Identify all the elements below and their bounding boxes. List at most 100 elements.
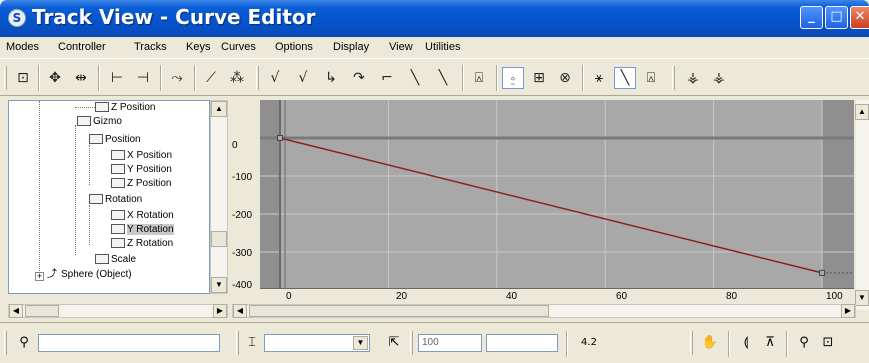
scale-keys-icon[interactable]: ⊢: [106, 67, 128, 89]
zoom-selected-object-icon[interactable]: ⚲: [14, 333, 34, 353]
tangent-custom-icon[interactable]: √: [292, 67, 314, 89]
show-tangents-icon[interactable]: ⚹: [588, 67, 610, 89]
menu-tracks[interactable]: Tracks: [134, 41, 167, 53]
tangent-fast-icon[interactable]: ↳: [320, 67, 342, 89]
chevron-down-icon[interactable]: ▼: [353, 336, 368, 350]
slide-keys-icon[interactable]: ⇹: [70, 67, 92, 89]
scroll-left-icon[interactable]: ◀: [233, 304, 247, 318]
tangent-auto-icon[interactable]: √: [264, 67, 286, 89]
tree-item-sphere-object[interactable]: ⤴ Sphere (Object): [47, 269, 132, 282]
draw-curves-icon[interactable]: ⟋: [200, 67, 222, 89]
zoom-region-icon[interactable]: ⊡: [818, 333, 838, 353]
scroll-thumb[interactable]: [25, 305, 59, 317]
reduce-keys-icon[interactable]: ⁂: [226, 67, 248, 89]
curve-svg: [260, 100, 854, 291]
scroll-right-icon[interactable]: ▶: [841, 304, 855, 318]
keyframe-end[interactable]: [819, 269, 825, 276]
graph-vertical-scrollbar[interactable]: ▲ ▼: [855, 100, 869, 310]
zoom-icon[interactable]: ⚲: [794, 333, 814, 353]
tree-item-position[interactable]: Position: [89, 134, 141, 147]
toolbar: ⊡ ✥ ⇹ ⊢ ⊣ ⤳ ⟋ ⁂ √ √ ↳ ↷ ⌐ ╲ ╲ ⍓ ⍛ ⊞ ⊗ ⚹ …: [0, 58, 869, 96]
tangent-slow-icon[interactable]: ↷: [348, 67, 370, 89]
value-field[interactable]: [486, 334, 558, 352]
frame-field[interactable]: 100: [418, 334, 482, 352]
show-keyable-icon[interactable]: ⊗: [554, 67, 576, 89]
close-button[interactable]: ✕: [850, 6, 869, 29]
scroll-right-icon[interactable]: ▶: [213, 304, 227, 318]
toolbar-separator: [566, 331, 568, 357]
curve-graph[interactable]: 0 -100 -200 -300 -400 0 20 40 60 80 100: [230, 100, 854, 310]
plot-area[interactable]: [260, 100, 854, 291]
scroll-down-icon[interactable]: ▼: [855, 290, 869, 306]
move-keys-icon[interactable]: ✥: [44, 67, 66, 89]
tree-item-y-position[interactable]: Y Position: [111, 164, 172, 177]
toolbar-grip[interactable]: [4, 66, 7, 90]
toolbar-grip[interactable]: [256, 66, 259, 90]
parameter-curve-icon[interactable]: ⊞: [528, 67, 550, 89]
tree-item-x-rotation[interactable]: X Rotation: [111, 210, 174, 223]
toolbar-grip[interactable]: [410, 331, 413, 355]
graph-horizontal-scrollbar[interactable]: ◀ ▶: [232, 304, 856, 318]
x-tick-label: 20: [396, 291, 408, 302]
pointer-icon[interactable]: ⇱: [384, 333, 404, 353]
menu-bar: Modes Controller Tracks Keys Curves Opti…: [0, 37, 869, 58]
tangent-step-icon[interactable]: ⌐: [376, 67, 398, 89]
toolbar-grip[interactable]: [672, 66, 675, 90]
tree-item-z-position-gizmo[interactable]: Z Position: [95, 102, 155, 115]
minimize-button[interactable]: _: [800, 6, 823, 29]
menu-keys[interactable]: Keys: [186, 41, 210, 53]
ik-icon[interactable]: ⚶: [682, 67, 704, 89]
menu-view[interactable]: View: [389, 41, 413, 53]
scroll-left-icon[interactable]: ◀: [9, 304, 23, 318]
tree-item-gizmo[interactable]: Gizmo: [77, 116, 122, 129]
scroll-up-icon[interactable]: ▲: [211, 101, 227, 117]
y-rotation-curve[interactable]: [279, 137, 823, 274]
scroll-down-icon[interactable]: ▼: [211, 277, 227, 293]
show-handles-icon[interactable]: ╲: [614, 67, 636, 89]
zoom-horizontal-extents-icon[interactable]: ⟬: [736, 333, 756, 353]
toolbar-grip[interactable]: [690, 331, 693, 355]
show-selected-key-stats-button[interactable]: 4.2: [574, 333, 604, 353]
scroll-up-icon[interactable]: ▲: [855, 104, 869, 120]
keyframe-start[interactable]: [277, 135, 283, 141]
track-name-field[interactable]: [38, 334, 220, 352]
toolbar-grip[interactable]: [4, 331, 7, 355]
tree-expander[interactable]: +: [35, 272, 44, 281]
menu-controller[interactable]: Controller: [58, 41, 106, 53]
lock-tangents-icon[interactable]: ⍓: [640, 67, 662, 89]
minimize-icon: _: [808, 9, 815, 24]
tree-item-x-position[interactable]: X Position: [111, 150, 172, 163]
title-bar[interactable]: S Track View - Curve Editor _ □ ✕: [0, 0, 869, 37]
scroll-thumb[interactable]: [249, 305, 549, 317]
status-bar: ⚲ ⌶ ▼ ⇱ 100 4.2 ✋ ⟬ ⊼ ⚲ ⊡: [0, 322, 869, 363]
add-keys-icon[interactable]: ⤳: [166, 67, 188, 89]
tree-item-z-position[interactable]: Z Position: [111, 178, 171, 191]
maximize-button[interactable]: □: [825, 6, 848, 29]
zoom-value-extents-icon[interactable]: ⊼: [760, 333, 780, 353]
tree-item-scale[interactable]: Scale: [95, 254, 136, 267]
tree-horizontal-scrollbar[interactable]: ◀ ▶: [8, 304, 228, 318]
menu-utilities[interactable]: Utilities: [425, 41, 460, 53]
pan-hand-icon[interactable]: ✋: [700, 333, 720, 353]
controller-tree[interactable]: Z Position Gizmo Position X Position Y P…: [8, 100, 210, 294]
tree-item-y-rotation[interactable]: Y Rotation: [111, 224, 174, 237]
app-logo-icon[interactable]: S: [8, 9, 26, 27]
snap-frames-icon[interactable]: ⍛: [502, 67, 524, 89]
tree-item-z-rotation[interactable]: Z Rotation: [111, 238, 173, 251]
toolbar-grip[interactable]: [236, 331, 239, 355]
filters-icon[interactable]: ⊡: [12, 67, 34, 89]
tree-vertical-scrollbar[interactable]: ▲ ▼: [210, 100, 228, 294]
menu-options[interactable]: Options: [275, 41, 313, 53]
menu-display[interactable]: Display: [333, 41, 369, 53]
scroll-thumb[interactable]: [211, 231, 227, 247]
scale-values-icon[interactable]: ⊣: [132, 67, 154, 89]
tangent-smooth-icon[interactable]: ╲: [432, 67, 454, 89]
lock-selection-icon[interactable]: ⍓: [468, 67, 490, 89]
tree-item-rotation[interactable]: Rotation: [89, 194, 142, 207]
menu-curves[interactable]: Curves: [221, 41, 256, 53]
biped-icon[interactable]: ⚶: [708, 67, 730, 89]
edit-field-icon[interactable]: ⌶: [242, 333, 262, 353]
menu-modes[interactable]: Modes: [6, 41, 39, 53]
selection-dropdown[interactable]: ▼: [264, 334, 370, 352]
tangent-linear-icon[interactable]: ╲: [404, 67, 426, 89]
